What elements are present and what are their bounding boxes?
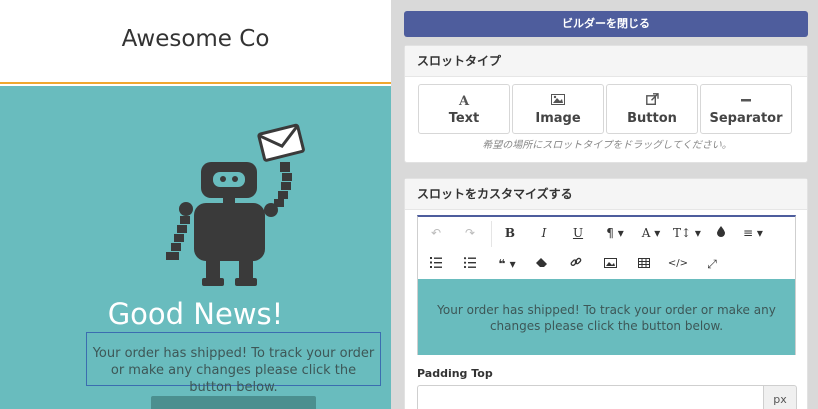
padding-unit-addon: px	[763, 385, 797, 409]
italic-icon[interactable]: I	[530, 222, 558, 244]
rich-text-editor: ↶ ↷ B I U ¶ ▾ A ▾ T↕ ▾ ≡ ▾ ❝ ▾ </> ⤢ You…	[417, 215, 796, 355]
company-name: Awesome Co	[121, 26, 270, 52]
minus-icon	[701, 93, 791, 111]
link-icon[interactable]	[562, 253, 590, 275]
fullscreen-icon[interactable]: ⤢	[698, 253, 726, 275]
toolbar-divider	[491, 221, 492, 247]
code-view-icon[interactable]: </>	[664, 253, 692, 275]
customize-slot-panel: スロットをカスタマイズする ↶ ↷ B I U ¶ ▾ A ▾ T↕ ▾ ≡ ▾…	[404, 178, 808, 409]
slot-text-button[interactable]: A Text	[418, 84, 510, 134]
slot-button-button[interactable]: Button	[606, 84, 698, 134]
slot-separator-label: Separator	[709, 111, 783, 126]
bold-icon[interactable]: B	[496, 222, 524, 244]
track-order-button[interactable]	[151, 396, 316, 409]
padding-top-input[interactable]	[417, 385, 763, 409]
redo-icon[interactable]: ↷	[456, 222, 484, 244]
builder-panel: ビルダーを閉じる スロットタイプ A Text Image Button Sep…	[395, 0, 818, 409]
slot-button-label: Button	[627, 111, 677, 126]
slot-image-button[interactable]: Image	[512, 84, 604, 134]
preview-header: Awesome Co	[0, 0, 391, 84]
close-builder-button[interactable]: ビルダーを閉じる	[404, 11, 808, 37]
ordered-list-icon[interactable]	[422, 253, 450, 275]
text-icon: A	[458, 94, 470, 109]
background-color-icon[interactable]	[707, 222, 735, 244]
paragraph-icon[interactable]: ¶ ▾	[598, 222, 632, 244]
undo-icon[interactable]: ↶	[422, 222, 450, 244]
image-icon[interactable]	[596, 253, 624, 275]
hero-section[interactable]: Good News! Your order has shipped! To tr…	[0, 86, 391, 409]
slot-type-hint: 希望の場所にスロットタイプをドラッグしてください。	[482, 140, 732, 151]
quote-icon[interactable]: ❝ ▾	[490, 253, 524, 275]
padding-top-label: Padding Top	[417, 367, 493, 380]
slot-text-label: Text	[448, 111, 480, 126]
slot-image-label: Image	[535, 111, 581, 126]
eraser-icon[interactable]	[528, 253, 556, 275]
unordered-list-icon[interactable]	[456, 253, 484, 275]
envelope-icon	[257, 123, 305, 162]
hero-body-text[interactable]: Your order has shipped! To track your or…	[86, 332, 381, 395]
image-icon	[513, 93, 603, 111]
font-color-icon[interactable]: A ▾	[634, 222, 668, 244]
underline-icon[interactable]: U	[564, 222, 592, 244]
slot-type-title: スロットタイプ	[405, 46, 807, 77]
slot-type-panel: スロットタイプ A Text Image Button Separator 希望…	[404, 45, 808, 163]
font-size-icon[interactable]: T↕ ▾	[670, 222, 704, 244]
hero-title: Good News!	[107, 297, 284, 331]
external-link-icon	[607, 93, 697, 111]
customize-slot-title: スロットをカスタマイズする	[405, 179, 807, 210]
table-icon[interactable]	[630, 253, 658, 275]
email-preview: Awesome Co Good News! Your order has shi…	[0, 0, 391, 409]
editor-content[interactable]: Your order has shipped! To track your or…	[418, 279, 795, 355]
robot-illustration	[166, 123, 305, 286]
align-icon[interactable]: ≡ ▾	[736, 222, 770, 244]
slot-separator-button[interactable]: Separator	[700, 84, 792, 134]
